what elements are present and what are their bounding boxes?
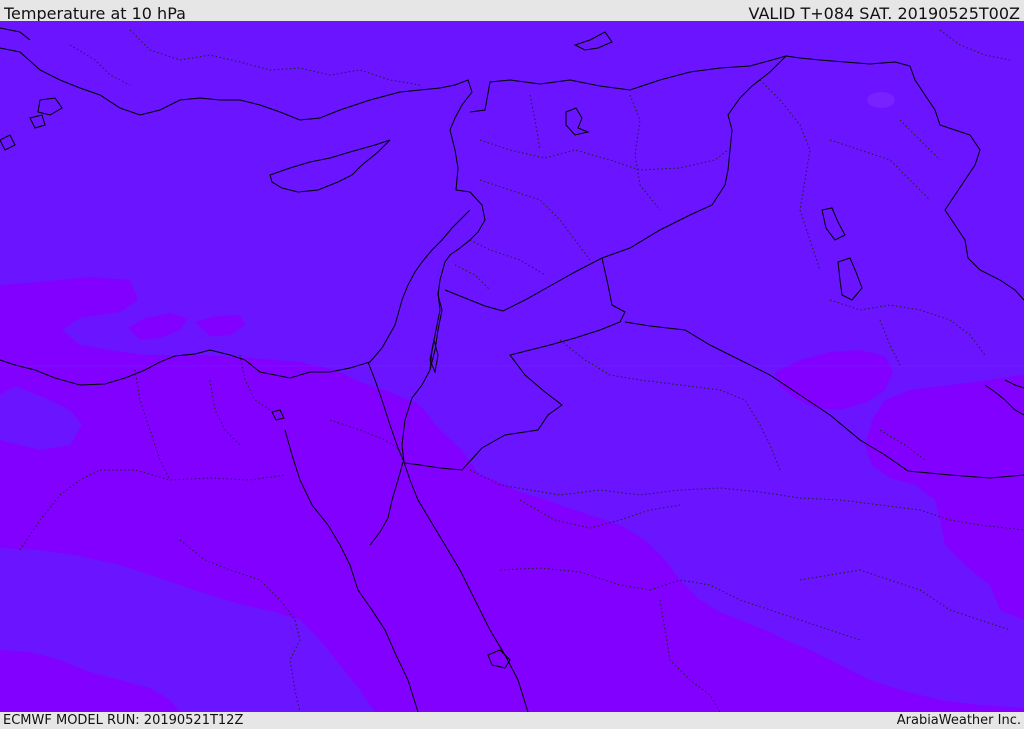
credit: ArabiaWeather Inc. [896, 713, 1021, 728]
temperature-band-cool-spot-northeast [867, 92, 895, 108]
temperature-map [0, 21, 1024, 712]
header-bar: Temperature at 10 hPa VALID T+084 SAT. 2… [0, 0, 1024, 23]
model-run: ECMWF MODEL RUN: 20190521T12Z [3, 713, 244, 728]
footer-bar: ECMWF MODEL RUN: 20190521T12Z ArabiaWeat… [0, 712, 1024, 729]
map-frame: Temperature at 10 hPa VALID T+084 SAT. 2… [0, 0, 1024, 729]
